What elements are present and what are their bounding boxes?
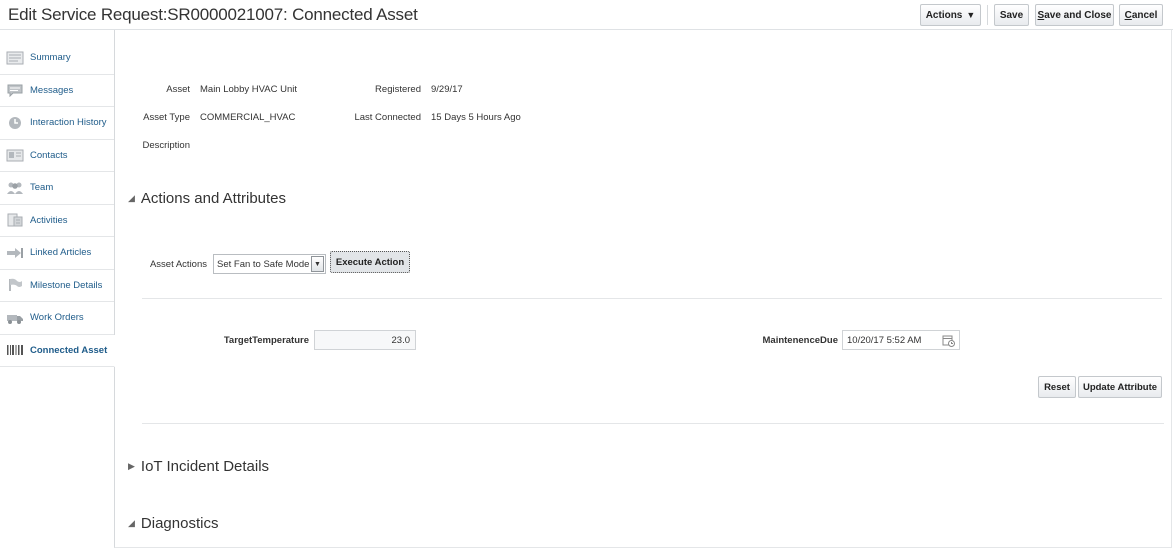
expand-triangle-icon: ▶ bbox=[128, 461, 135, 471]
section-title: IoT Incident Details bbox=[140, 458, 270, 475]
sidebar-item-messages[interactable]: Messages bbox=[0, 74, 114, 107]
iot-incident-details-header[interactable]: ▶ IoT Incident Details bbox=[128, 458, 269, 475]
asset-actions-select[interactable]: Set Fan to Safe Mode ▼ bbox=[213, 254, 326, 274]
contacts-icon bbox=[6, 149, 24, 162]
sidebar-item-label: Summary bbox=[30, 52, 71, 64]
work-orders-icon bbox=[7, 314, 23, 324]
sidebar-item-label: Messages bbox=[30, 84, 74, 96]
team-icon bbox=[7, 182, 23, 194]
last-connected-value: 15 Days 5 Hours Ago bbox=[431, 112, 521, 123]
cancel-label: ancel bbox=[1131, 9, 1158, 21]
page-title: Edit Service Request:SR0000021007: Conne… bbox=[8, 5, 418, 24]
interaction-history-icon bbox=[9, 116, 21, 129]
milestone-icon bbox=[9, 279, 22, 292]
save-close-label: ave and Close bbox=[1044, 9, 1112, 21]
reset-button[interactable]: Reset bbox=[1038, 376, 1076, 398]
execute-action-button[interactable]: Execute Action bbox=[330, 251, 410, 273]
collapse-triangle-icon: ◢ bbox=[128, 193, 135, 203]
asset-value: Main Lobby HVAC Unit bbox=[200, 84, 297, 95]
calendar-icon[interactable] bbox=[942, 334, 955, 347]
actions-menu-button[interactable]: Actions ▼ bbox=[920, 4, 981, 26]
sidebar: Summary Messages Interaction History Con… bbox=[0, 42, 115, 367]
save-and-close-button[interactable]: Save and Close bbox=[1035, 4, 1114, 26]
divider bbox=[142, 298, 1162, 299]
sidebar-item-activities[interactable]: Activities bbox=[0, 204, 114, 237]
sidebar-item-team[interactable]: Team bbox=[0, 172, 114, 205]
barcode-icon bbox=[7, 345, 23, 356]
sidebar-item-label: Team bbox=[30, 182, 54, 194]
sidebar-item-label: Linked Articles bbox=[30, 247, 92, 259]
sidebar-item-label: Contacts bbox=[30, 149, 68, 161]
save-button[interactable]: Save bbox=[994, 4, 1029, 26]
registered-value: 9/29/17 bbox=[431, 84, 463, 95]
asset-type-value: COMMERCIAL_HVAC bbox=[200, 112, 296, 123]
messages-icon bbox=[7, 84, 23, 98]
chevron-down-icon[interactable]: ▼ bbox=[311, 256, 324, 272]
activities-icon bbox=[7, 213, 23, 227]
content-panel bbox=[114, 30, 1172, 548]
save-close-mnemonic: S bbox=[1037, 9, 1045, 21]
sidebar-item-connected-asset[interactable]: Connected Asset bbox=[0, 334, 115, 367]
maintenance-due-label: MaintenenceDue bbox=[762, 335, 839, 346]
sidebar-item-linked-articles[interactable]: Linked Articles bbox=[0, 237, 114, 270]
linked-articles-icon bbox=[7, 247, 23, 258]
asset-type-label: Asset Type bbox=[143, 112, 190, 123]
sidebar-item-label: Work Orders bbox=[30, 312, 84, 324]
last-connected-label: Last Connected bbox=[354, 112, 421, 123]
asset-actions-selected: Set Fan to Safe Mode bbox=[217, 258, 310, 270]
section-title: Diagnostics bbox=[140, 515, 219, 532]
actions-attributes-header[interactable]: ◢ Actions and Attributes bbox=[128, 190, 286, 207]
cancel-button[interactable]: Cancel bbox=[1119, 4, 1163, 26]
maintenance-due-value: 10/20/17 5:52 AM bbox=[847, 334, 922, 346]
asset-label: Asset bbox=[166, 84, 190, 95]
section-title: Actions and Attributes bbox=[140, 190, 287, 207]
registered-label: Registered bbox=[375, 84, 421, 95]
collapse-triangle-icon: ◢ bbox=[128, 518, 135, 528]
toolbar-separator bbox=[987, 5, 988, 25]
sidebar-item-interaction-history[interactable]: Interaction History bbox=[0, 107, 114, 140]
sidebar-item-label: Connected Asset bbox=[30, 344, 108, 356]
divider bbox=[142, 423, 1164, 424]
actions-label: Actions bbox=[925, 9, 963, 21]
asset-actions-label: Asset Actions bbox=[149, 259, 207, 270]
summary-icon bbox=[6, 51, 24, 65]
maintenance-due-input[interactable]: 10/20/17 5:52 AM bbox=[842, 330, 960, 350]
update-attribute-button[interactable]: Update Attribute bbox=[1078, 376, 1162, 398]
description-label: Description bbox=[142, 140, 190, 151]
dropdown-arrow-icon: ▼ bbox=[966, 10, 976, 20]
target-temperature-input[interactable]: 23.0 bbox=[314, 330, 416, 350]
sidebar-item-contacts[interactable]: Contacts bbox=[0, 139, 114, 172]
sidebar-item-label: Interaction History bbox=[30, 117, 107, 129]
sidebar-item-milestone-details[interactable]: Milestone Details bbox=[0, 269, 114, 302]
cancel-mnemonic: C bbox=[1124, 9, 1132, 21]
sidebar-item-summary[interactable]: Summary bbox=[0, 42, 114, 75]
diagnostics-header[interactable]: ◢ Diagnostics bbox=[128, 515, 218, 532]
sidebar-item-label: Activities bbox=[30, 214, 68, 226]
sidebar-item-work-orders[interactable]: Work Orders bbox=[0, 302, 114, 335]
target-temperature-label: TargetTemperature bbox=[223, 335, 309, 346]
sidebar-item-label: Milestone Details bbox=[30, 279, 103, 291]
